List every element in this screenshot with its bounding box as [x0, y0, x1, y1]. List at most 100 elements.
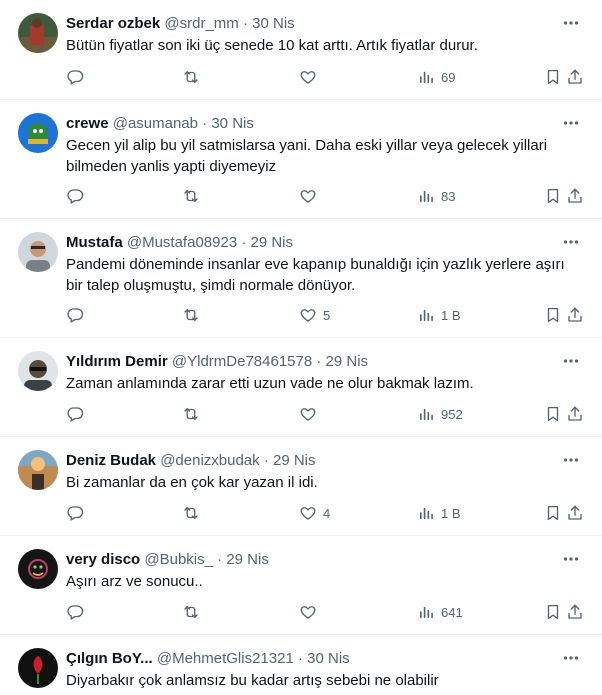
more-icon[interactable] — [560, 449, 582, 471]
like-icon — [299, 68, 317, 86]
separator: · — [241, 234, 247, 251]
like-button[interactable] — [299, 187, 323, 205]
reply-icon — [66, 68, 84, 86]
like-button[interactable]: 4 — [299, 504, 330, 522]
author-handle[interactable]: @YldrmDe78461578 — [172, 353, 312, 370]
bookmark-icon — [544, 603, 562, 621]
retweet-button[interactable] — [182, 68, 206, 86]
share-button[interactable] — [566, 504, 584, 522]
retweet-button[interactable] — [182, 603, 206, 621]
tweet-header: Mustafa @Mustafa08923 · 29 Nis — [66, 233, 293, 253]
tweet-date[interactable]: 30 Nis — [252, 15, 295, 32]
tweet-text: Aşırı arz ve sonucu.. — [66, 573, 203, 590]
tweet[interactable]: Deniz Budak @denizxbudak · 29 Nis Bi zam… — [0, 437, 602, 536]
retweet-icon — [182, 306, 200, 324]
bookmark-button[interactable] — [544, 504, 562, 522]
avatar[interactable] — [18, 648, 58, 688]
tweet-date[interactable]: 29 Nis — [226, 551, 269, 568]
tweet-date[interactable]: 29 Nis — [251, 234, 294, 251]
author-name[interactable]: Çılgın BoY... — [66, 650, 153, 667]
like-button[interactable] — [299, 405, 323, 423]
views-button[interactable]: 83 — [417, 187, 455, 205]
tweet-text: Gecen yil alip bu yil satmislarsa yani. … — [66, 137, 548, 175]
author-name[interactable]: Deniz Budak — [66, 452, 156, 469]
tweet[interactable]: Serdar ozbek @srdr_mm · 30 Nis Bütün fiy… — [0, 0, 602, 100]
retweet-button[interactable] — [182, 187, 206, 205]
tweet[interactable]: Yıldırım Demir @YldrmDe78461578 · 29 Nis… — [0, 338, 602, 437]
views-count: 641 — [441, 604, 463, 620]
like-button[interactable] — [299, 603, 323, 621]
author-handle[interactable]: @MehmetGlis21321 — [157, 650, 294, 667]
tweet-date[interactable]: 30 Nis — [211, 115, 254, 132]
author-handle[interactable]: @Mustafa08923 — [127, 234, 237, 251]
retweet-button[interactable] — [182, 504, 206, 522]
replies-feed: Serdar ozbek @srdr_mm · 30 Nis Bütün fiy… — [0, 0, 602, 695]
share-button[interactable] — [566, 68, 584, 86]
tweet-date[interactable]: 29 Nis — [326, 353, 369, 370]
avatar[interactable] — [18, 351, 58, 391]
bookmark-button[interactable] — [544, 405, 562, 423]
author-handle[interactable]: @srdr_mm — [164, 15, 238, 32]
like-button[interactable]: 5 — [299, 306, 330, 324]
tweet-actions: 641 — [66, 601, 584, 623]
author-handle[interactable]: @asumanab — [113, 115, 198, 132]
author-name[interactable]: Serdar ozbek — [66, 15, 160, 32]
tweet[interactable]: crewe @asumanab · 30 Nis Gecen yil alip … — [0, 100, 602, 219]
reply-button[interactable] — [66, 603, 90, 621]
author-handle[interactable]: @Bubkis_ — [144, 551, 213, 568]
share-button[interactable] — [566, 603, 584, 621]
bookmark-button[interactable] — [544, 68, 562, 86]
author-handle[interactable]: @denizxbudak — [160, 452, 259, 469]
reply-button[interactable] — [66, 187, 90, 205]
like-icon — [299, 187, 317, 205]
share-button[interactable] — [566, 405, 584, 423]
more-icon[interactable] — [560, 112, 582, 134]
author-name[interactable]: Yıldırım Demir — [66, 353, 168, 370]
author-name[interactable]: very disco — [66, 551, 140, 568]
avatar[interactable] — [18, 232, 58, 272]
share-button[interactable] — [566, 187, 584, 205]
more-icon[interactable] — [560, 12, 582, 34]
bookmark-icon — [544, 187, 562, 205]
tweet[interactable]: very disco @Bubkis_ · 29 Nis Aşırı arz v… — [0, 536, 602, 635]
reply-icon — [66, 603, 84, 621]
reply-button[interactable] — [66, 306, 90, 324]
reply-button[interactable] — [66, 504, 90, 522]
reply-button[interactable] — [66, 405, 90, 423]
author-name[interactable]: Mustafa — [66, 234, 123, 251]
views-count: 952 — [441, 406, 463, 422]
bookmark-icon — [544, 504, 562, 522]
retweet-icon — [182, 504, 200, 522]
share-icon — [566, 187, 584, 205]
views-icon — [417, 187, 435, 205]
views-button[interactable]: 952 — [417, 405, 463, 423]
tweet[interactable]: Mustafa @Mustafa08923 · 29 Nis Pandemi d… — [0, 219, 602, 338]
avatar[interactable] — [18, 113, 58, 153]
like-button[interactable] — [299, 68, 323, 86]
share-icon — [566, 603, 584, 621]
tweet-header: Yıldırım Demir @YldrmDe78461578 · 29 Nis — [66, 352, 368, 372]
bookmark-button[interactable] — [544, 306, 562, 324]
tweet[interactable]: Çılgın BoY... @MehmetGlis21321 · 30 Nis … — [0, 635, 602, 695]
tweet-date[interactable]: 29 Nis — [273, 452, 316, 469]
tweet-header: Deniz Budak @denizxbudak · 29 Nis — [66, 451, 316, 471]
reply-button[interactable] — [66, 68, 90, 86]
more-icon[interactable] — [560, 647, 582, 669]
avatar[interactable] — [18, 549, 58, 589]
author-name[interactable]: crewe — [66, 115, 109, 132]
views-button[interactable]: 1 B — [417, 504, 461, 522]
avatar[interactable] — [18, 450, 58, 490]
tweet-date[interactable]: 30 Nis — [307, 650, 350, 667]
retweet-button[interactable] — [182, 306, 206, 324]
more-icon[interactable] — [560, 231, 582, 253]
avatar[interactable] — [18, 13, 58, 53]
bookmark-button[interactable] — [544, 603, 562, 621]
views-button[interactable]: 1 B — [417, 306, 461, 324]
more-icon[interactable] — [560, 548, 582, 570]
share-button[interactable] — [566, 306, 584, 324]
views-button[interactable]: 641 — [417, 603, 463, 621]
more-icon[interactable] — [560, 350, 582, 372]
views-button[interactable]: 69 — [417, 68, 455, 86]
retweet-button[interactable] — [182, 405, 206, 423]
bookmark-button[interactable] — [544, 187, 562, 205]
